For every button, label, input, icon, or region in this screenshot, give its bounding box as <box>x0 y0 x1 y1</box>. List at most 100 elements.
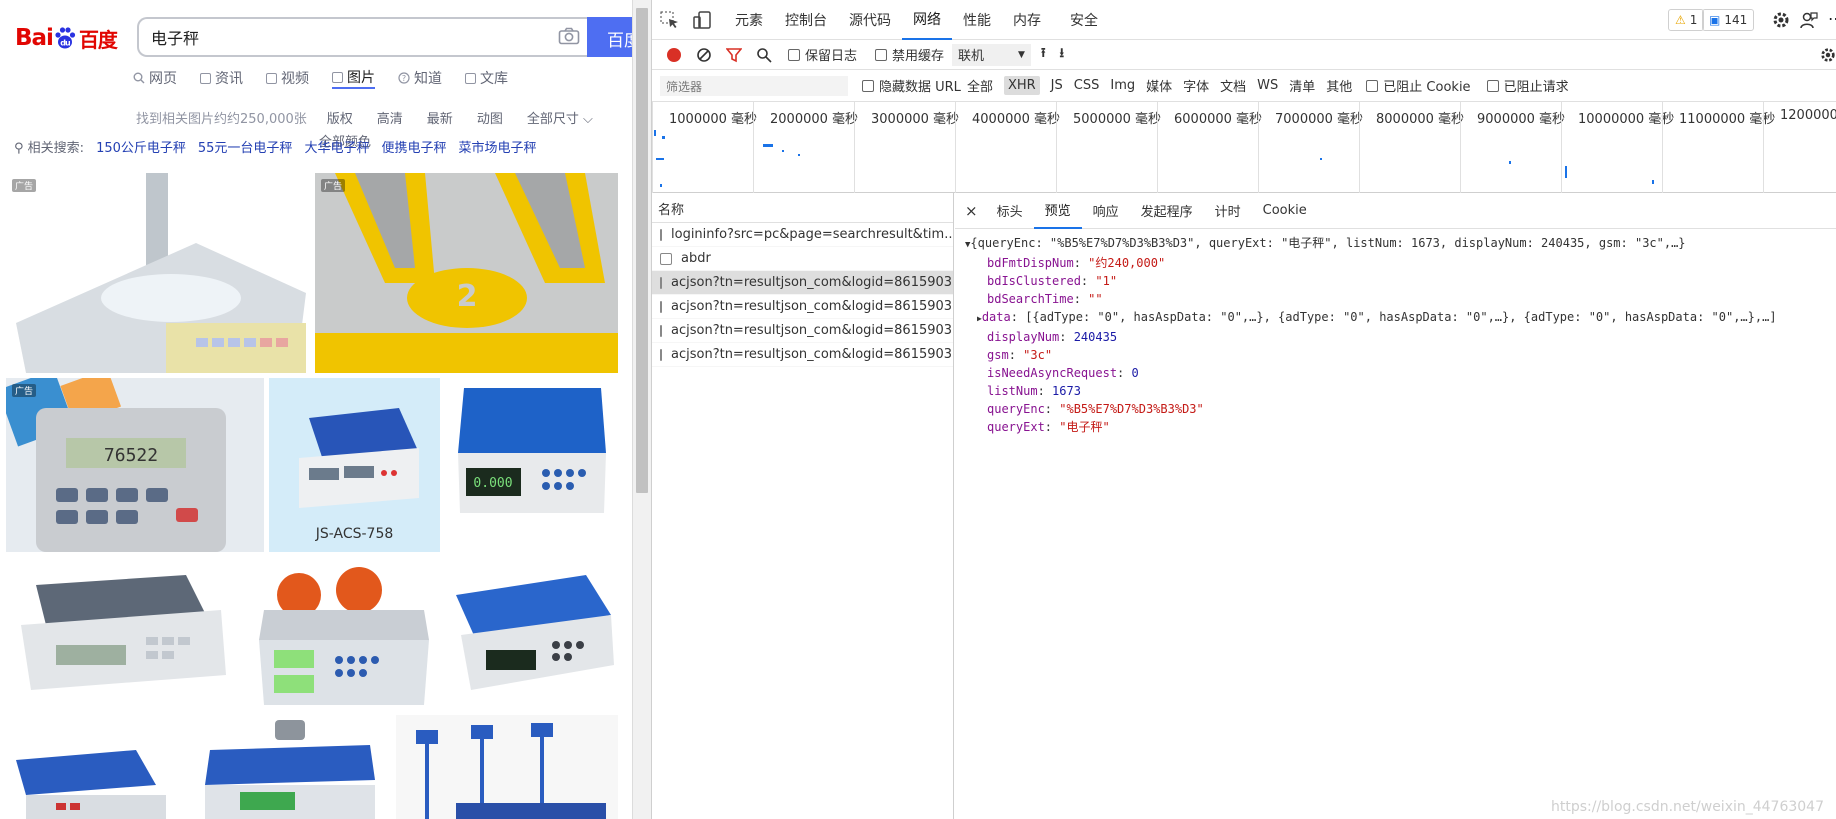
request-row[interactable]: logininfo?src=pc&page=searchresult&tim..… <box>652 223 953 247</box>
filter-latest[interactable]: 最新 <box>427 108 453 127</box>
tab-cookie[interactable]: Cookie <box>1252 193 1318 229</box>
result-image-scale-silver[interactable] <box>6 565 236 715</box>
download-icon[interactable]: ⭳ <box>1060 44 1065 66</box>
tab-web[interactable]: 网页 <box>133 67 177 89</box>
related-link[interactable]: 大华电子秤 <box>304 137 369 156</box>
network-overview-timeline[interactable]: 1000000 毫秒 2000000 毫秒 3000000 毫秒 4000000… <box>652 102 1836 193</box>
search-button[interactable]: 百度 <box>587 17 632 57</box>
type-ws[interactable]: WS <box>1257 78 1278 93</box>
throttle-select[interactable]: 联机 ▼ <box>952 43 1031 66</box>
throttle-value: 联机 <box>958 49 985 64</box>
related-link[interactable]: 菜市场电子秤 <box>458 137 536 156</box>
camera-icon[interactable] <box>558 27 580 45</box>
tab-wenku[interactable]: 文库 <box>465 67 508 89</box>
tab-performance[interactable]: 性能 <box>952 0 1002 40</box>
type-manifest[interactable]: 清单 <box>1289 76 1315 95</box>
request-row[interactable]: acjson?tn=resultjson_com&logid=8615903..… <box>652 295 953 319</box>
filter-copyright[interactable]: 版权 <box>327 108 353 127</box>
result-image-scale-7[interactable] <box>190 720 390 819</box>
tab-console[interactable]: 控制台 <box>774 0 838 40</box>
tab-memory[interactable]: 内存 <box>1002 0 1052 40</box>
tab-video[interactable]: 视频 <box>266 67 309 89</box>
blocked-requests-checkbox[interactable]: 已阻止请求 <box>1486 76 1569 95</box>
tab-network[interactable]: 网络 <box>902 0 952 40</box>
type-css[interactable]: CSS <box>1074 78 1100 93</box>
tab-elements[interactable]: 元素 <box>724 0 774 40</box>
devtools-main-toolbar: 元素 控制台 源代码 网络 性能 内存 安全 <box>652 0 1836 40</box>
page-scrollbar[interactable] <box>632 0 652 819</box>
inspect-element-icon[interactable] <box>652 0 691 40</box>
tab-headers[interactable]: 标头 <box>986 193 1034 229</box>
tab-sources[interactable]: 源代码 <box>838 0 902 40</box>
type-font[interactable]: 字体 <box>1183 76 1209 95</box>
result-image-scale-blue[interactable]: 0.000 <box>446 378 618 552</box>
result-image-calculator[interactable]: 76522 广告 <box>6 378 264 552</box>
json-field-row[interactable]: ▶data: [{adType: "0", hasAspData: "0",…}… <box>965 308 1836 328</box>
type-img[interactable]: Img <box>1110 78 1135 93</box>
tab-response[interactable]: 响应 <box>1082 193 1130 229</box>
tab-image[interactable]: 图片 <box>332 67 375 89</box>
type-xhr[interactable]: XHR <box>1003 76 1040 95</box>
related-link[interactable]: 55元一台电子秤 <box>198 137 293 156</box>
result-image-js-acs-758[interactable]: JS-ACS-758 <box>269 378 440 552</box>
filter-animated[interactable]: 动图 <box>477 108 503 127</box>
json-field-row: isNeedAsyncRequest: 0 <box>965 364 1836 382</box>
hide-data-url-checkbox[interactable]: 隐藏数据 URL <box>862 76 961 95</box>
calc-display: 76522 <box>104 445 158 466</box>
type-media[interactable]: 媒体 <box>1146 76 1172 95</box>
record-icon[interactable] <box>666 47 682 63</box>
request-row[interactable]: acjson?tn=resultjson_com&logid=8615903..… <box>652 319 953 343</box>
search-box[interactable] <box>137 17 592 57</box>
blocked-cookies-checkbox[interactable]: 已阻止 Cookie <box>1366 76 1471 95</box>
message-count-badge[interactable]: ▣ 141 <box>1702 9 1755 31</box>
timeline-tick: 8000000 毫秒 <box>1359 102 1464 193</box>
upload-icon[interactable]: ⭱ <box>1041 44 1046 66</box>
disable-cache-checkbox[interactable]: 禁用缓存 <box>875 45 944 64</box>
result-image-scale-6[interactable] <box>6 725 186 819</box>
search-icon[interactable] <box>756 47 772 63</box>
json-root-row[interactable]: ▼{queryEnc: "%B5%E7%D7%D3%B3%D3", queryE… <box>965 234 1836 254</box>
result-image-scale-blue2[interactable] <box>446 565 618 715</box>
tab-news[interactable]: 资讯 <box>200 67 243 89</box>
type-all[interactable]: 全部 <box>967 76 993 95</box>
related-link[interactable]: 便携电子秤 <box>381 137 446 156</box>
result-image-scale-oranges[interactable] <box>244 560 440 720</box>
tab-initiator[interactable]: 发起程序 <box>1130 193 1204 229</box>
filter-input[interactable]: 筛选器 <box>660 75 848 96</box>
search-input[interactable] <box>151 26 531 48</box>
filter-icon[interactable] <box>726 47 742 63</box>
tab-security[interactable]: 安全 <box>1052 0 1109 40</box>
tab-preview[interactable]: 预览 <box>1033 193 1082 229</box>
filter-size[interactable]: 全部尺寸 ⌵ <box>527 108 593 127</box>
feedback-icon[interactable] <box>1800 11 1818 29</box>
clear-icon[interactable] <box>696 47 712 63</box>
tab-timing[interactable]: 计时 <box>1204 193 1252 229</box>
filter-hd[interactable]: 高清 <box>377 108 403 127</box>
type-doc[interactable]: 文档 <box>1220 76 1246 95</box>
more-options-icon[interactable]: ⋯ <box>1828 9 1836 28</box>
type-js[interactable]: JS <box>1051 78 1063 93</box>
scrollbar-thumb[interactable] <box>636 8 648 493</box>
result-image-parking[interactable]: 2 广告 <box>315 173 618 373</box>
request-row-selected[interactable]: acjson?tn=resultjson_com&logid=8615903..… <box>652 271 953 295</box>
type-other[interactable]: 其他 <box>1326 76 1352 95</box>
chevron-down-icon: ⌵ <box>582 112 593 127</box>
result-image-platform-scales[interactable] <box>396 715 618 819</box>
close-icon[interactable]: × <box>955 193 986 229</box>
json-field-row: bdSearchTime: "" <box>965 290 1836 308</box>
warning-count-badge[interactable]: ⚠ 1 <box>1668 9 1705 31</box>
scale-image <box>16 173 306 373</box>
related-link[interactable]: 150公斤电子秤 <box>96 137 186 156</box>
checkbox-box <box>862 80 874 92</box>
result-image-scale-ad[interactable]: 广告 <box>6 173 310 373</box>
gear-icon[interactable] <box>1772 11 1790 29</box>
request-row[interactable]: abdr <box>652 247 953 271</box>
network-settings-icon[interactable] <box>1820 47 1836 63</box>
request-row[interactable]: acjson?tn=resultjson_com&logid=8615903..… <box>652 343 953 367</box>
tab-label: 资讯 <box>215 71 243 87</box>
tab-zhidao[interactable]: ? 知道 <box>398 67 442 89</box>
preserve-log-checkbox[interactable]: 保留日志 <box>788 45 857 64</box>
device-toggle-icon[interactable] <box>691 0 724 40</box>
baidu-logo[interactable]: Bai du 百度 <box>15 17 118 59</box>
column-header-name[interactable]: 名称 <box>652 193 953 223</box>
